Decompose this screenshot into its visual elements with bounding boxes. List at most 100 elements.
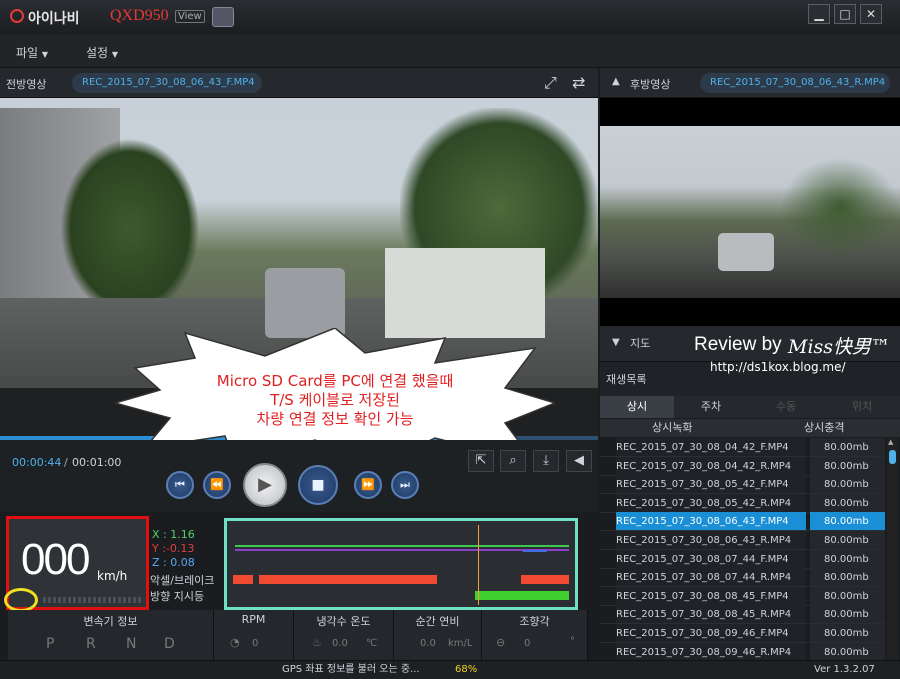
time-separator: / [64, 456, 68, 469]
coolant-panel: 냉각수 온도 ♨ 0.0 ℃ [294, 610, 394, 660]
menu-settings-label: 설정 [86, 46, 109, 60]
close-button[interactable]: ✕ [860, 4, 882, 24]
rpm-icon: ◔ [230, 636, 240, 649]
title-bar: 아이나비 QXD950 View ▁ □ ✕ [0, 0, 900, 34]
front-title: 전방영상 [6, 78, 47, 91]
expand-icon[interactable]: ⤢ [544, 73, 557, 93]
playlist-row[interactable]: REC_2015_07_30_08_06_43_F.MP4 80.00mb [600, 512, 885, 532]
swap-icon[interactable]: ⇄ [572, 73, 585, 92]
camera-icon [212, 7, 234, 27]
playlist-row[interactable]: REC_2015_07_30_08_04_42_R.MP4 80.00mb [600, 456, 885, 476]
time-current: 00:00:44 [12, 456, 62, 469]
row-size: 80.00mb [810, 586, 885, 605]
gauge-indicator-highlight [4, 588, 38, 612]
row-filename: REC_2015_07_30_08_05_42_F.MP4 [616, 475, 806, 494]
scrollbar-thumb[interactable] [889, 450, 896, 464]
row-size: 80.00mb [810, 531, 885, 549]
playlist-row[interactable]: REC_2015_07_30_08_09_46_F.MP4 80.00mb [600, 624, 885, 643]
fuel-value: 0.0 [420, 638, 436, 649]
brake-bar-3 [521, 575, 569, 584]
play-icon: ▶ [258, 474, 272, 495]
time-total: 00:01:00 [72, 456, 122, 469]
fast-forward-button[interactable]: ⏩ [354, 471, 382, 499]
volume-button[interactable]: ◀ [566, 450, 592, 472]
prev-file-button[interactable]: ⏮ [166, 471, 194, 499]
fuel-unit: km/L [448, 638, 473, 649]
rear-trees [780, 158, 900, 258]
playlist-title: 재생목록 [606, 373, 647, 386]
playlist-scrollbar[interactable]: ▲ [887, 438, 898, 662]
collapse-up-icon[interactable]: ▲ [612, 76, 620, 87]
row-filename: REC_2015_07_30_08_06_43_R.MP4 [616, 531, 806, 549]
tab-parking[interactable]: 주차 [674, 396, 748, 418]
row-filename: REC_2015_07_30_08_09_46_F.MP4 [616, 624, 806, 642]
model-tag: View [175, 10, 205, 23]
skip-forward-icon: ⏭ [400, 478, 410, 491]
minimize-button[interactable]: ▁ [808, 4, 830, 24]
tab-location[interactable]: 위치 [824, 396, 900, 418]
truck [385, 248, 545, 338]
playlist-row[interactable]: REC_2015_07_30_08_05_42_F.MP4 80.00mb [600, 475, 885, 495]
row-size: 80.00mb [810, 624, 885, 642]
row-size: 80.00mb [810, 605, 885, 624]
tab-manual[interactable]: 수동 [748, 396, 824, 418]
turn-signal-bar [475, 591, 569, 600]
chevron-down-icon: ▼ [111, 50, 119, 59]
callout-text: Micro SD Card를 PC에 연결 했을때 T/S 케이블로 저장된 차… [130, 372, 540, 429]
playlist-row[interactable]: REC_2015_07_30_08_07_44_F.MP4 80.00mb [600, 549, 885, 569]
rewind-button[interactable]: ⏪ [203, 471, 231, 499]
watermark-url: http://ds1kox.blog.me/ [710, 360, 846, 374]
sensor-graph [224, 518, 578, 610]
row-size: 80.00mb [810, 642, 885, 661]
front-panel-header: 전방영상 REC_2015_07_30_08_06_43_F.MP4 ⤢ ⇄ [0, 68, 598, 98]
tab-location-label: 위치 [851, 400, 873, 413]
sensor-z: Z : 0.08 [152, 556, 195, 569]
sensor-y: Y :-0.13 [152, 542, 195, 555]
zoom-button[interactable]: ⌕ [500, 450, 526, 472]
callout-line-2: T/S 케이블로 저장된 [270, 391, 400, 409]
steer-title: 조향각 [519, 615, 550, 628]
playlist-row[interactable]: REC_2015_07_30_08_04_42_F.MP4 80.00mb [600, 438, 885, 457]
play-button[interactable]: ▶ [243, 463, 287, 507]
row-size: 80.00mb [810, 568, 885, 587]
row-filename: REC_2015_07_30_08_07_44_R.MP4 [616, 568, 806, 587]
stop-button[interactable]: ■ [298, 465, 338, 505]
chevron-down-icon: ▼ [41, 50, 49, 59]
playlist-row[interactable]: REC_2015_07_30_08_05_42_R.MP4 80.00mb [600, 493, 885, 513]
rear-video[interactable] [600, 98, 900, 326]
playlist-row[interactable]: REC_2015_07_30_08_06_43_R.MP4 80.00mb [600, 531, 885, 550]
download-button[interactable]: ⤓ [533, 450, 559, 472]
fuel-panel: 순간 연비 0.0 km/L [394, 610, 482, 660]
coolant-title: 냉각수 온도 [316, 615, 371, 628]
turn-signal-label: 방향 지시등 [150, 590, 205, 603]
brake-label: 악셀/브레이크 [150, 574, 215, 587]
gear-p: P [46, 636, 55, 652]
rpm-panel: RPM ◔ 0 [214, 610, 294, 660]
collapse-down-icon[interactable]: ▼ [612, 337, 620, 348]
callout-line-1: Micro SD Card를 PC에 연결 했을때 [216, 372, 454, 390]
steer-value: 0 [524, 638, 531, 649]
tab-regular-label: 상시 [626, 400, 648, 413]
gps-percent: 68% [455, 664, 478, 675]
graph-cursor [478, 525, 479, 605]
next-file-button[interactable]: ⏭ [391, 471, 419, 499]
menu-settings[interactable]: 설정 ▼ [86, 44, 118, 61]
col-event-header: 상시충격 [804, 421, 845, 434]
rear-panel-header: ▲ 후방영상 REC_2015_07_30_08_06_43_R.MP4 [600, 68, 900, 98]
playlist-row[interactable]: REC_2015_07_30_08_08_45_R.MP4 80.00mb [600, 605, 885, 625]
playlist-row[interactable]: REC_2015_07_30_08_09_46_R.MP4 80.00mb [600, 642, 885, 662]
scroll-up-icon[interactable]: ▲ [888, 438, 893, 446]
gps-status: GPS 좌표 정보를 불러 오는 중... [282, 664, 420, 675]
tab-regular[interactable]: 상시 [600, 396, 674, 418]
playlist-columns: 상시녹화 상시충격 [600, 419, 900, 437]
menu-file[interactable]: 파일 ▼ [16, 44, 48, 61]
watermark-author: Miss快男™ [788, 336, 891, 358]
playlist-row[interactable]: REC_2015_07_30_08_07_44_R.MP4 80.00mb [600, 568, 885, 588]
skip-back-icon: ⏮ [175, 478, 185, 491]
playlist-row[interactable]: REC_2015_07_30_08_08_45_F.MP4 80.00mb [600, 586, 885, 606]
maximize-button[interactable]: □ [834, 4, 856, 24]
row-size: 80.00mb [810, 438, 885, 456]
steer-panel: 조향각 ⊖ 0 ° [482, 610, 588, 660]
brake-bar-2 [259, 575, 437, 584]
sync-button[interactable]: ⇱ [468, 450, 494, 472]
